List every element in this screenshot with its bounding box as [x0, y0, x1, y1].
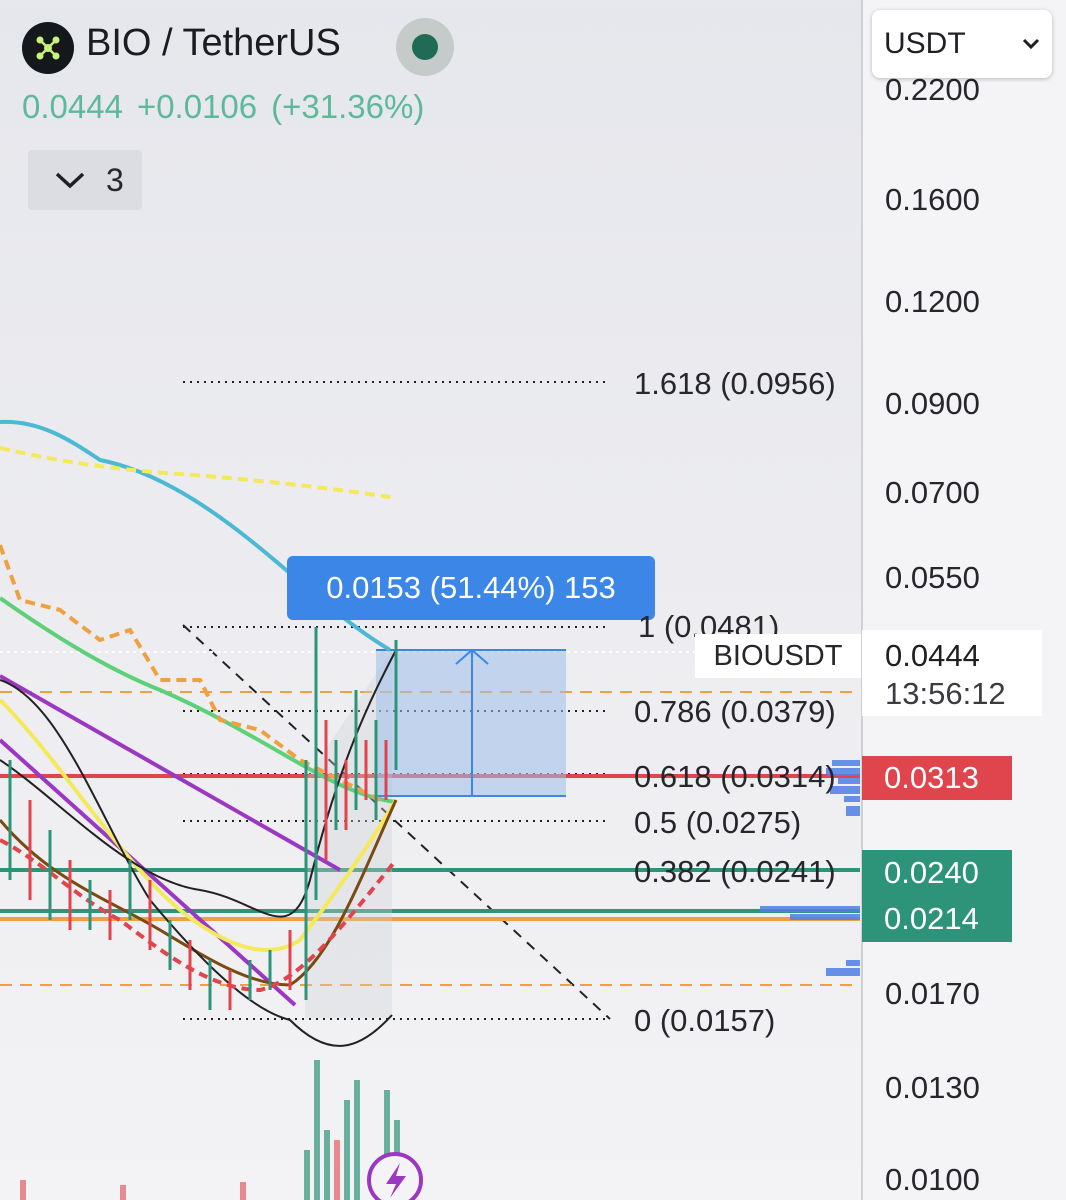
price-tag-green: 0.0240	[862, 850, 1012, 896]
price-change-pct: (+31.36%)	[271, 88, 425, 125]
lightning-icon[interactable]	[367, 1152, 423, 1200]
price-axis[interactable]	[861, 0, 1066, 1200]
axis-tick: 0.0130	[885, 1070, 980, 1105]
axis-tick: 0.1600	[885, 182, 980, 217]
price-change: +0.0106	[136, 88, 258, 125]
chevron-down-icon	[1022, 38, 1040, 50]
indicators-count: 3	[106, 161, 124, 198]
indicators-toggle-button[interactable]: 3	[28, 150, 142, 210]
fib-level-label: 1.618 (0.0956)	[634, 366, 836, 401]
price-summary: 0.0444 +0.0106 (+31.36%)	[22, 88, 438, 126]
axis-tick: 0.0700	[885, 475, 980, 510]
currency-select[interactable]: USDT	[872, 10, 1052, 78]
axis-tick: 0.1200	[885, 284, 980, 319]
market-status-indicator[interactable]	[396, 18, 454, 76]
status-dot-icon	[412, 34, 438, 60]
price-tag-red: 0.0313	[862, 756, 1012, 800]
last-price-value: 0.0444	[885, 638, 980, 673]
last-price: 0.0444	[22, 88, 123, 125]
fib-level-label: 0 (0.0157)	[634, 1003, 776, 1038]
axis-tick: 0.0100	[885, 1162, 980, 1197]
price-tag-green: 0.0214	[862, 896, 1012, 942]
currency-select-value: USDT	[884, 27, 966, 60]
axis-tick: 0.0900	[885, 386, 980, 421]
measure-tool-label[interactable]: 0.0153 (51.44%) 153	[287, 556, 655, 620]
fib-level-label: 0.618 (0.0314)	[634, 759, 836, 794]
bio-logo-icon	[22, 22, 74, 74]
candle-countdown: 13:56:12	[885, 676, 1006, 711]
axis-tick: 0.0170	[885, 976, 980, 1011]
fib-level-label: 0.382 (0.0241)	[634, 854, 836, 889]
symbol-price-line-label: BIOUSDT	[695, 634, 861, 678]
fib-level-label: 0.786 (0.0379)	[634, 694, 836, 729]
axis-tick: 0.0550	[885, 560, 980, 595]
chevron-down-icon	[55, 172, 85, 189]
symbol-title[interactable]: BIO / TetherUS	[86, 22, 341, 65]
fib-level-label: 0.5 (0.0275)	[634, 805, 802, 840]
